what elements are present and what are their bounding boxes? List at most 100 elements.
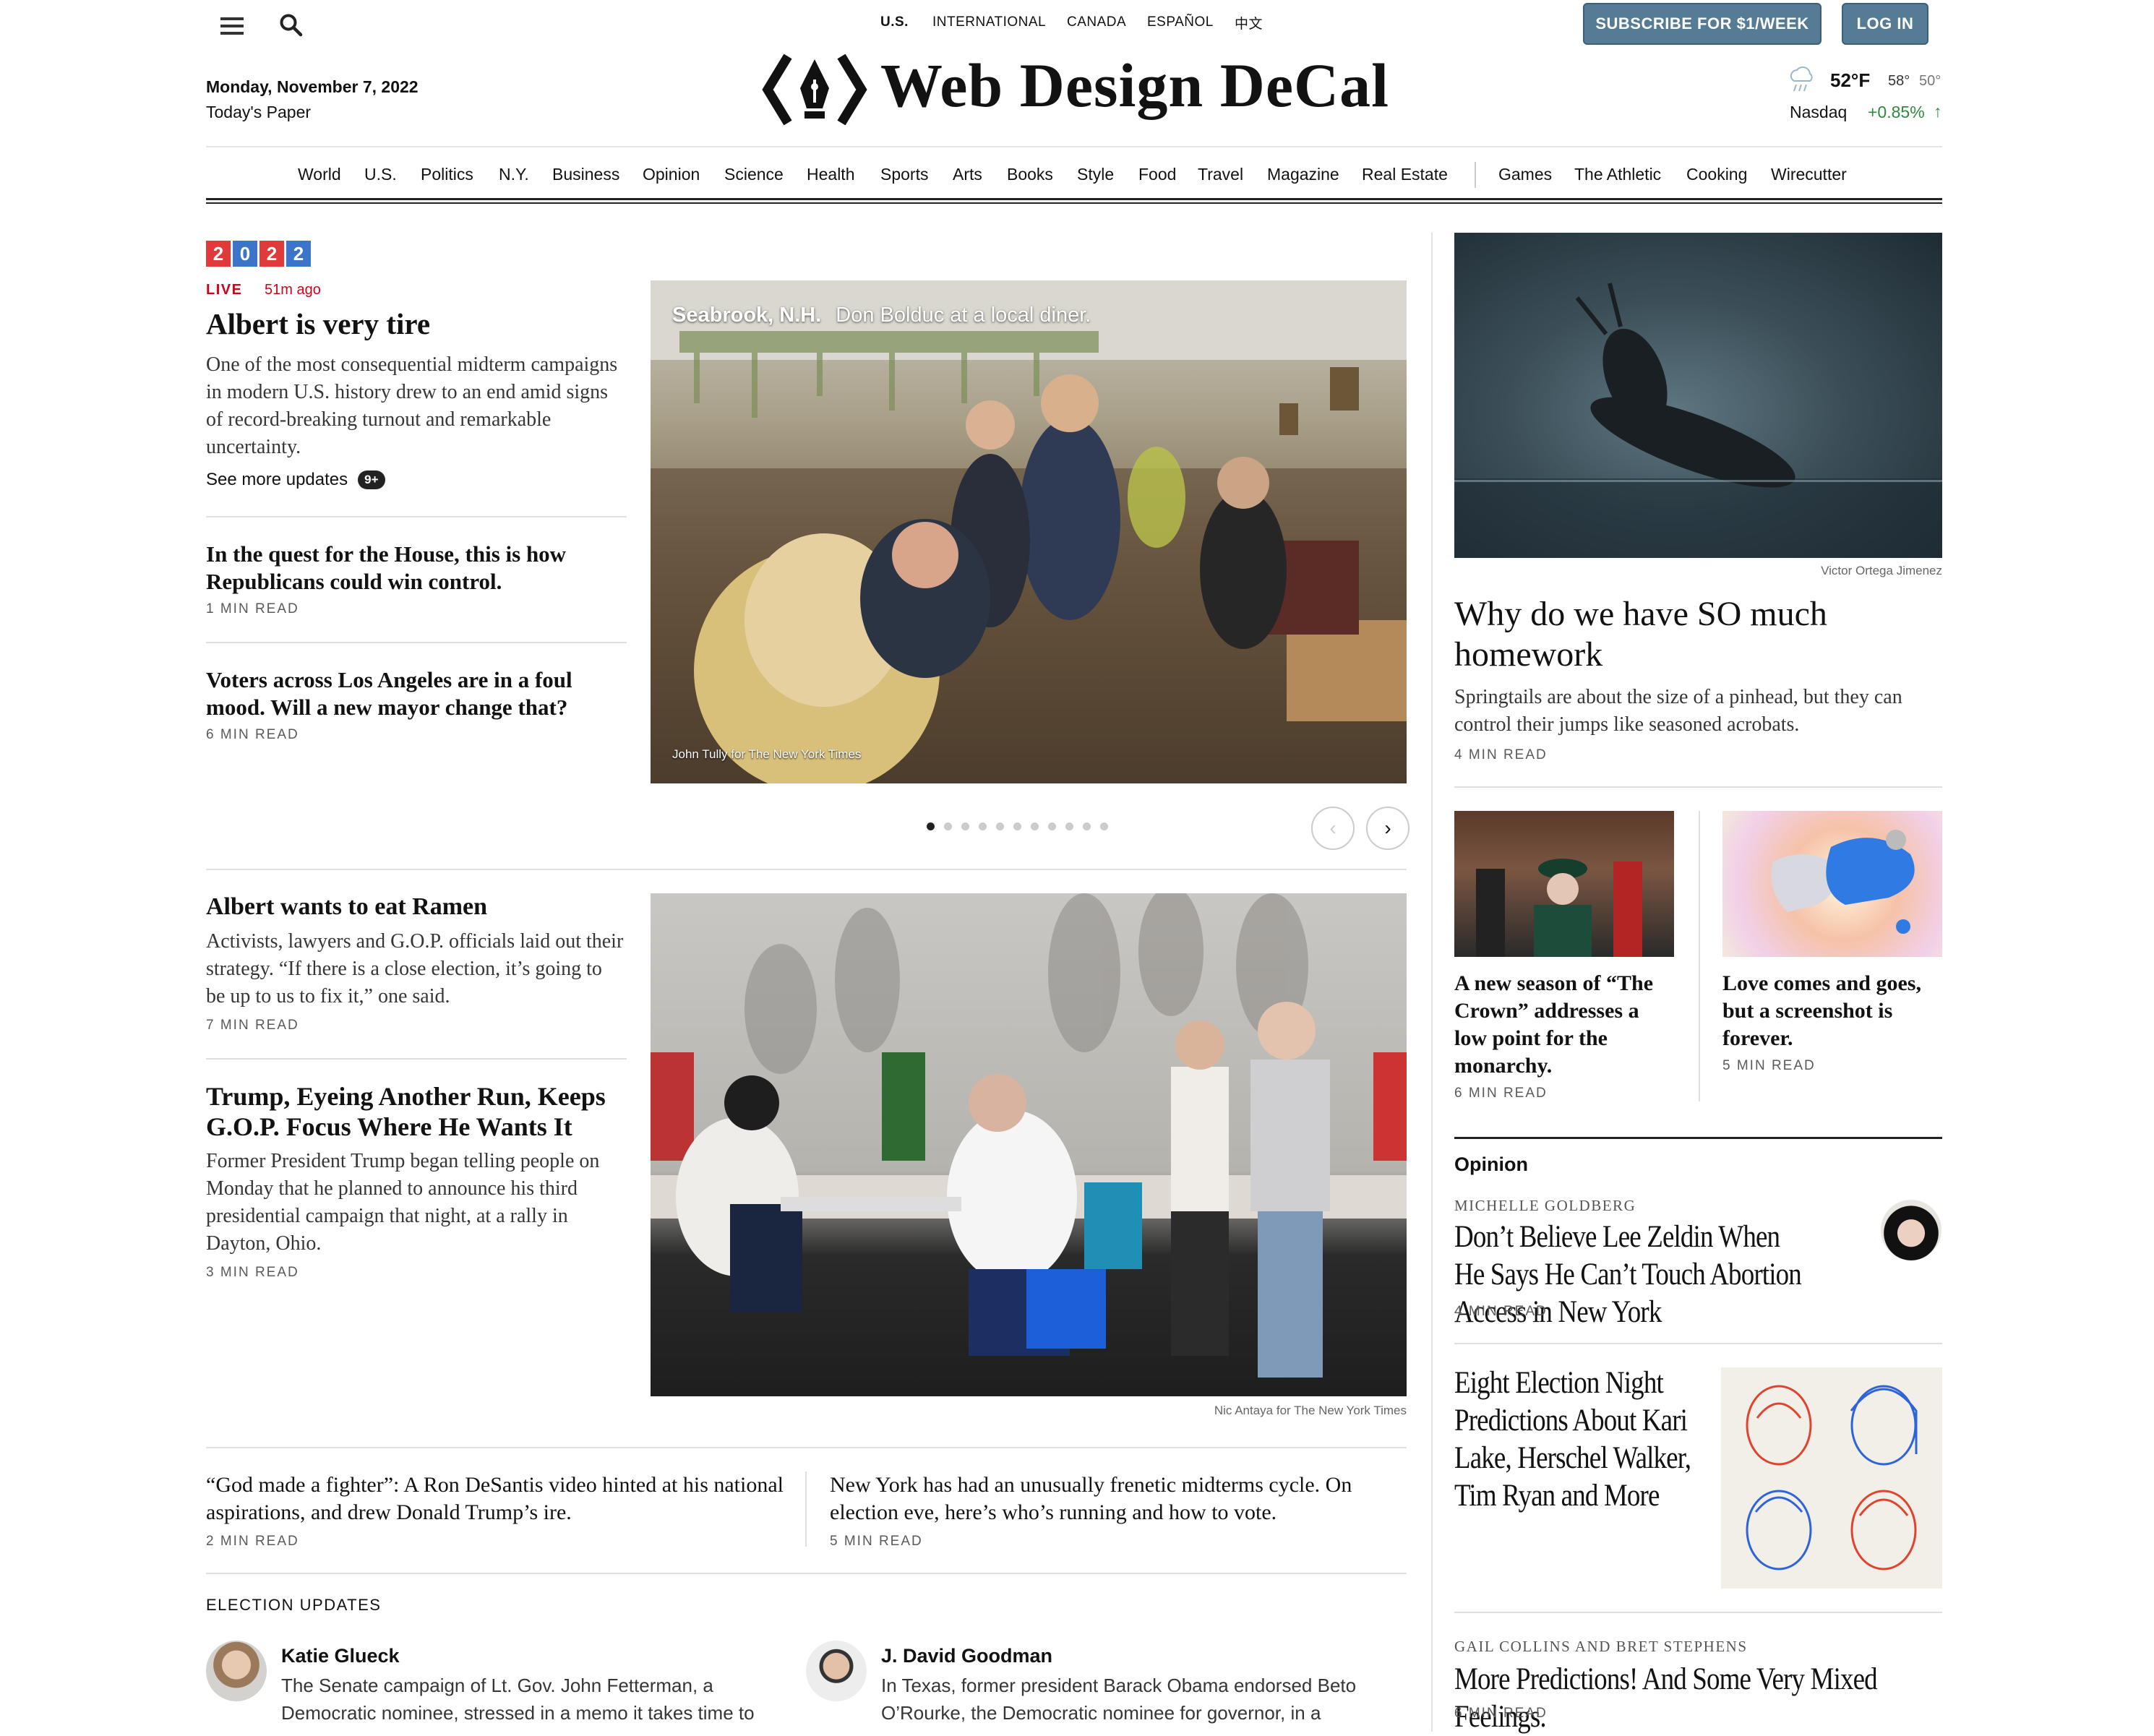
nav-the-athletic[interactable]: The Athletic	[1574, 165, 1661, 184]
photo-credit: Nic Antaya for The New York Times	[1214, 1404, 1407, 1417]
opinion-headline[interactable]: Eight Election Night Predictions About K…	[1454, 1365, 1703, 1515]
nav-us[interactable]: U.S.	[364, 165, 397, 184]
feature-headline[interactable]: Why do we have SO much homework	[1454, 594, 1931, 675]
story-headline[interactable]: Love comes and goes, but a screenshot is…	[1722, 970, 1942, 1052]
read-time: 4 MIN READ	[1454, 747, 1548, 762]
update-author[interactable]: Katie Glueck	[281, 1645, 400, 1667]
nav-politics[interactable]: Politics	[421, 165, 473, 184]
nav-books[interactable]: Books	[1007, 165, 1053, 184]
prev-slide-button[interactable]: ‹	[1311, 807, 1355, 850]
logo-icon[interactable]	[760, 52, 869, 127]
subscribe-button[interactable]: SUBSCRIBE FOR $1/WEEK	[1583, 3, 1822, 45]
lead-headline[interactable]: Albert is very tire	[206, 306, 625, 341]
edition-canada[interactable]: CANADA	[1067, 14, 1126, 30]
poll-workers-image[interactable]	[651, 893, 1407, 1396]
opinion-rule	[1454, 1137, 1942, 1139]
story-summary: Former President Trump began telling peo…	[206, 1150, 600, 1255]
menu-icon[interactable]	[220, 16, 244, 35]
story-headline[interactable]: Albert wants to eat Ramen	[206, 893, 625, 921]
market-change: +0.85%	[1868, 103, 1925, 121]
slideshow-dot[interactable]	[979, 822, 987, 830]
columnist-avatar	[1881, 1200, 1941, 1260]
nav-ny[interactable]: N.Y.	[499, 165, 529, 184]
read-time: 5 MIN READ	[1722, 1058, 1816, 1073]
slideshow-dots[interactable]	[927, 821, 1117, 831]
feature-summary: Springtails are about the size of a pinh…	[1454, 686, 1902, 736]
nav-style[interactable]: Style	[1077, 165, 1114, 184]
nav-opinion[interactable]: Opinion	[643, 165, 700, 184]
divider	[1454, 786, 1942, 788]
opinion-author[interactable]: MICHELLE GOLDBERG	[1454, 1197, 1636, 1215]
crown-scene	[1476, 859, 1642, 957]
story-headline[interactable]: Voters across Los Angeles are in a foul …	[206, 666, 611, 721]
springtail-scene	[1454, 283, 1942, 558]
next-slide-button[interactable]: ›	[1366, 807, 1409, 850]
slideshow-dot[interactable]	[996, 822, 1004, 830]
author-avatar	[806, 1641, 867, 1701]
nav-health[interactable]: Health	[807, 165, 854, 184]
story-headline[interactable]: In the quest for the House, this is how …	[206, 541, 611, 596]
election-updates-label: ELECTION UPDATES	[206, 1596, 382, 1614]
opinion-headline[interactable]: More Predictions! And Some Very Mixed Fe…	[1454, 1661, 1927, 1736]
edition-international[interactable]: INTERNATIONAL	[932, 14, 1046, 30]
slideshow-dot[interactable]	[1083, 822, 1091, 830]
story-headline[interactable]: Trump, Eyeing Another Run, Keeps G.O.P. …	[206, 1081, 625, 1142]
candidates-illustration[interactable]	[1721, 1367, 1942, 1589]
column-divider	[805, 1471, 807, 1547]
slideshow-dot[interactable]	[1065, 822, 1073, 830]
edition-us[interactable]: U.S.	[880, 14, 909, 30]
story-headline[interactable]: A new season of “The Crown” addresses a …	[1454, 970, 1671, 1080]
nav-games[interactable]: Games	[1498, 165, 1552, 184]
nav-business[interactable]: Business	[552, 165, 619, 184]
election-2022-badge[interactable]: 2 0 2 2	[206, 241, 311, 267]
nav-world[interactable]: World	[298, 165, 341, 184]
nav-wirecutter[interactable]: Wirecutter	[1771, 165, 1847, 184]
badge-digit: 2	[206, 241, 231, 267]
story-headline[interactable]: “God made a fighter”: A Ron DeSantis vid…	[206, 1471, 784, 1526]
nav-divider	[1475, 162, 1476, 188]
search-icon[interactable]	[279, 13, 304, 38]
nav-magazine[interactable]: Magazine	[1267, 165, 1339, 184]
crown-image[interactable]	[1454, 811, 1674, 957]
nav-science[interactable]: Science	[724, 165, 784, 184]
read-time: 2 MIN READ	[206, 1534, 299, 1549]
slide-place: Seabrook, N.H.	[672, 304, 822, 327]
springtail-image[interactable]	[1454, 233, 1942, 558]
read-time: 6 MIN READ	[1454, 1706, 1548, 1721]
masthead-title[interactable]: Web Design DeCal	[880, 49, 1389, 121]
read-time: 3 MIN READ	[206, 1265, 299, 1280]
story-headline[interactable]: New York has had an unusually frenetic m…	[830, 1471, 1408, 1526]
update-text: In Texas, former president Barack Obama …	[881, 1675, 1357, 1724]
nav-travel[interactable]: Travel	[1198, 165, 1243, 184]
date: Monday, November 7, 2022	[206, 77, 419, 96]
lead-slideshow-image[interactable]: Seabrook, N.H. Don Bolduc at a local dine…	[651, 280, 1407, 783]
slideshow-dot[interactable]	[1100, 822, 1108, 830]
slideshow-dot[interactable]	[944, 822, 952, 830]
see-more-updates-link[interactable]: See more updates 9+	[206, 470, 385, 490]
nav-real-estate[interactable]: Real Estate	[1362, 165, 1448, 184]
live-time: 51m ago	[265, 282, 321, 298]
slideshow-dot[interactable]	[1013, 822, 1021, 830]
see-more-label: See more updates	[206, 470, 348, 489]
edition-chinese[interactable]: 中文	[1235, 13, 1263, 33]
chevron-left-icon: ‹	[1329, 817, 1336, 839]
login-button[interactable]: LOG IN	[1842, 3, 1928, 45]
edition-espanol[interactable]: ESPAÑOL	[1147, 14, 1214, 30]
read-time: 4 MIN READ	[1454, 1304, 1548, 1319]
nav-cooking[interactable]: Cooking	[1686, 165, 1747, 184]
todays-paper-link[interactable]: Today's Paper	[206, 103, 311, 122]
opinion-label[interactable]: Opinion	[1454, 1153, 1528, 1176]
nav-food[interactable]: Food	[1138, 165, 1176, 184]
read-time: 6 MIN READ	[206, 727, 299, 742]
slideshow-dot[interactable]	[1048, 822, 1056, 830]
slideshow-dot[interactable]	[1031, 822, 1039, 830]
nav-sports[interactable]: Sports	[880, 165, 928, 184]
updates-count-badge: 9+	[358, 470, 385, 489]
update-author[interactable]: J. David Goodman	[881, 1645, 1052, 1667]
nav-arts[interactable]: Arts	[953, 165, 982, 184]
poll-scene	[651, 893, 1407, 1378]
slideshow-dot[interactable]	[927, 822, 935, 830]
slideshow-dot[interactable]	[961, 822, 969, 830]
opinion-author[interactable]: GAIL COLLINS AND BRET STEPHENS	[1454, 1638, 1748, 1656]
screenshot-illustration[interactable]	[1722, 811, 1942, 957]
